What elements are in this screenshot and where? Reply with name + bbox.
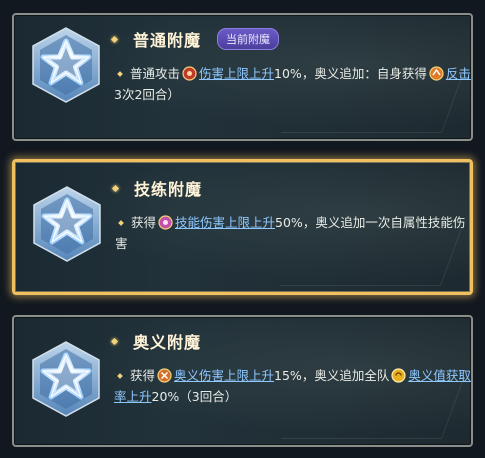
current-enchant-badge: 当前附魔 bbox=[217, 28, 280, 50]
star-emblem-icon bbox=[26, 25, 106, 105]
card-title: 奥义附魔 bbox=[133, 333, 202, 352]
ougi-gauge-icon bbox=[391, 368, 406, 383]
star-emblem-icon bbox=[26, 339, 106, 419]
title-diamond-icon bbox=[111, 184, 120, 192]
title-diamond-icon bbox=[110, 35, 119, 43]
enchant-card-skill[interactable]: 技练附魔 获得 技能伤害上限上升50%，奥义追加一次自属性技能伤害 bbox=[12, 159, 473, 295]
bullet-icon bbox=[117, 70, 123, 77]
card-title: 技练附魔 bbox=[134, 180, 203, 199]
bullet-icon bbox=[118, 219, 124, 226]
card-description: 获得 奥义伤害上限上升15%，奥义追加全队 奥义值获取率上升20%（3回合） bbox=[114, 368, 471, 404]
skill-damage-cap-up-link[interactable]: 技能伤害上限上升 bbox=[175, 215, 275, 230]
card-description: 普通攻击 伤害上限上升10%，奥义追加：自身获得 反击3次2回合） bbox=[114, 66, 471, 102]
title-diamond-icon bbox=[110, 337, 119, 345]
card-title: 普通附魔 bbox=[133, 31, 202, 50]
ougi-damage-cap-up-link[interactable]: 奥义伤害上限上升 bbox=[174, 368, 274, 383]
enchant-card-normal-attack[interactable]: 普通附魔 当前附魔 普通攻击 伤害上限上升10%，奥义追加：自身获得 反击3次2回合… bbox=[12, 13, 473, 141]
bullet-icon bbox=[117, 372, 123, 379]
damage-cap-up-link[interactable]: 伤害上限上升 bbox=[199, 66, 274, 81]
star-emblem-icon bbox=[27, 184, 107, 264]
attack-orb-icon bbox=[182, 66, 197, 81]
enchant-card-ougi[interactable]: 奥义附魔 获得 奥义伤害上限上升15%，奥义追加全队 奥义值获取率上升20%（3回合… bbox=[12, 315, 473, 447]
skill-orb-icon bbox=[158, 215, 173, 230]
counter-link[interactable]: 反击 bbox=[446, 66, 471, 81]
card-description: 获得 技能伤害上限上升50%，奥义追加一次自属性技能伤害 bbox=[115, 215, 466, 251]
counter-orb-icon bbox=[429, 66, 444, 81]
ougi-orb-icon bbox=[157, 368, 172, 383]
